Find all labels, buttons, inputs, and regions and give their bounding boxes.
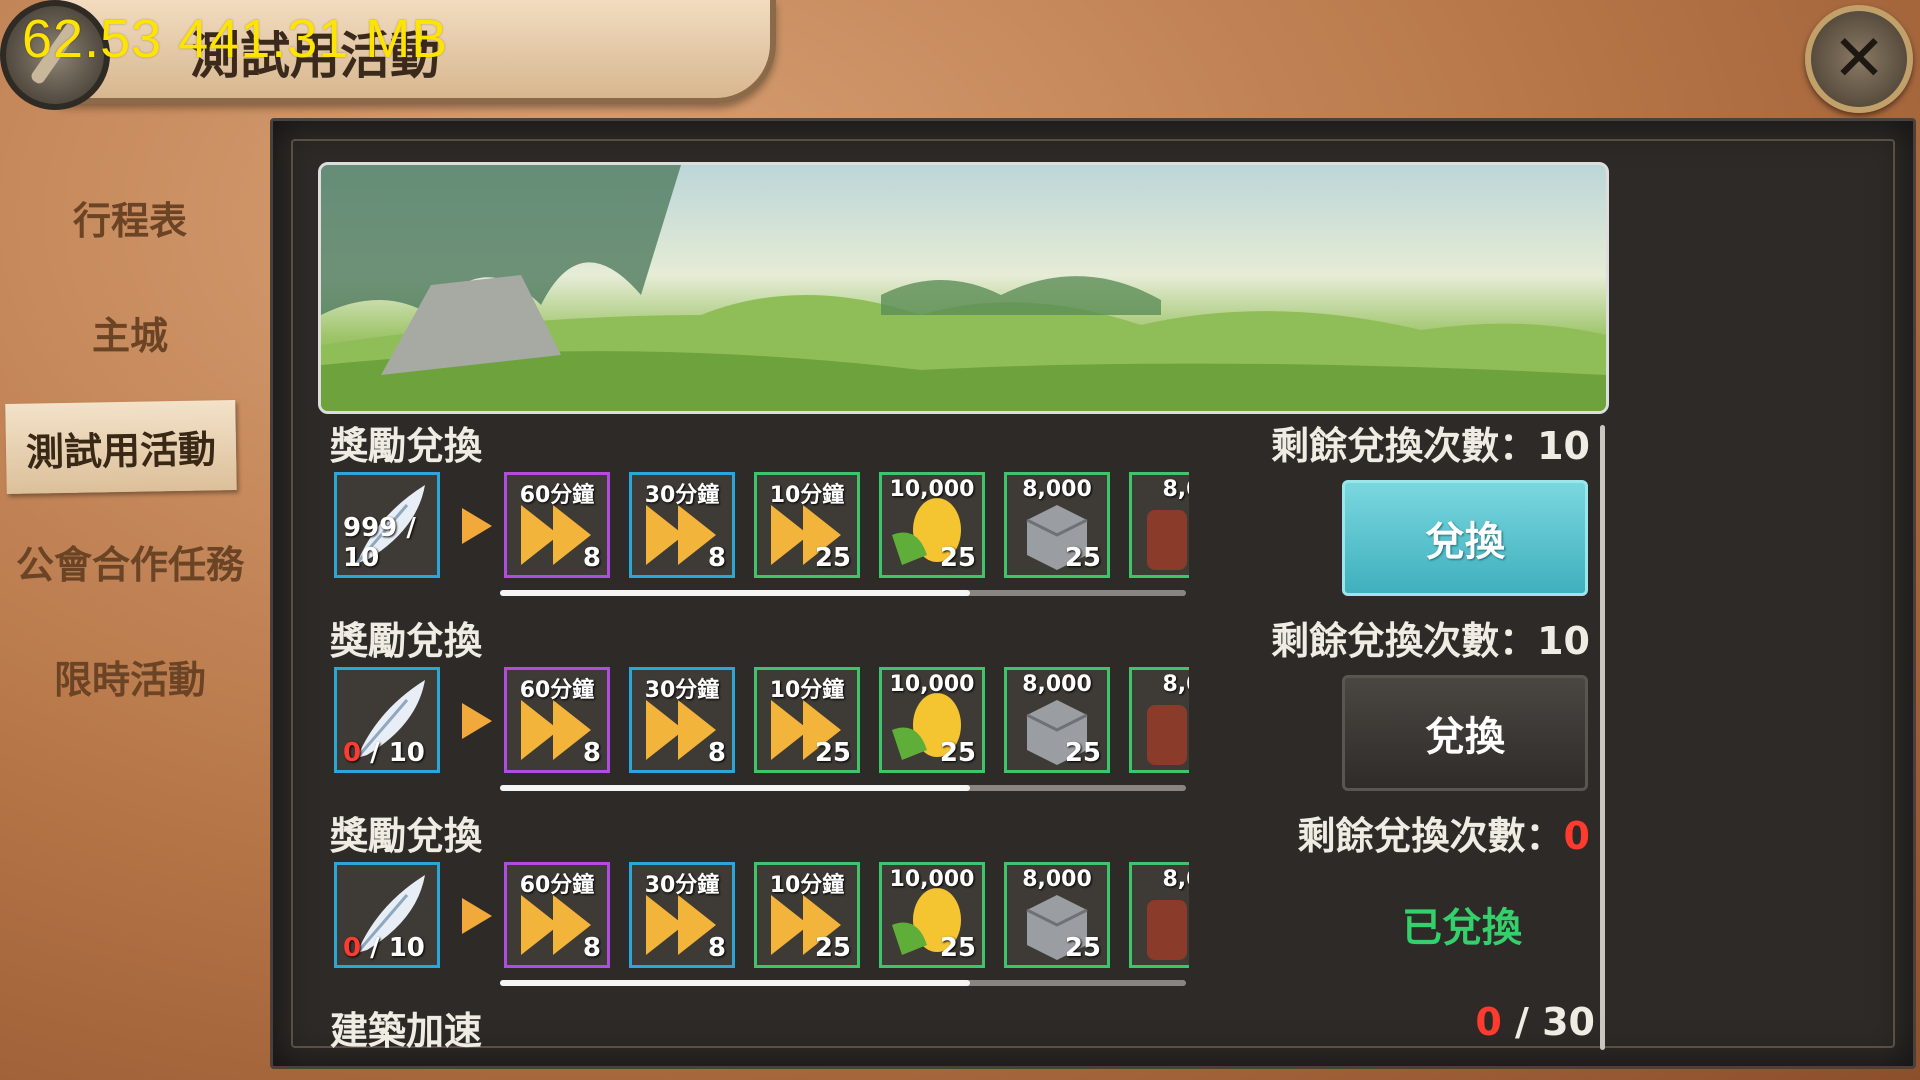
exchange-button[interactable]: 兌換	[1342, 480, 1588, 596]
reward-item[interactable]: 10分鐘 25	[754, 667, 860, 773]
sidebar-item-main-city[interactable]: 主城	[0, 275, 260, 390]
reward-item[interactable]: 60分鐘 8	[504, 472, 610, 578]
remaining-label: 剩餘兌換次數：	[1271, 424, 1538, 468]
exchange-2-remaining: 剩餘兌換次數：10	[1190, 610, 1590, 665]
reward-item[interactable]: 30分鐘 8	[629, 862, 735, 968]
exchange-2-row: 0 / 10 60分鐘 8 30分鐘 8 10分鐘 25 10,000 25 8…	[334, 667, 1189, 779]
remaining-count: 0	[1563, 814, 1590, 858]
reward-item[interactable]: 10分鐘 25	[754, 472, 860, 578]
reward-item[interactable]: 8,0	[1129, 862, 1189, 968]
reward-item[interactable]: 10,000 25	[879, 862, 985, 968]
reward-item[interactable]: 8,0	[1129, 472, 1189, 578]
sidebar-item-guild-coop[interactable]: 公會合作任務	[0, 504, 260, 619]
exchange-3-row: 0 / 10 60分鐘 8 30分鐘 8 10分鐘 25 10,000 25 8…	[334, 862, 1189, 974]
building-speedup-progress: 0 / 30	[1475, 1000, 1595, 1044]
remaining-label: 剩餘兌換次數：	[1297, 814, 1564, 858]
reward-item[interactable]: 30分鐘 8	[629, 667, 735, 773]
reward-item[interactable]: 60分鐘 8	[504, 667, 610, 773]
exchange-3-title: 獎勵兌換	[330, 814, 483, 858]
exchange-2-title: 獎勵兌換	[330, 619, 483, 663]
exchange-1-title: 獎勵兌換	[330, 424, 483, 468]
reward-item[interactable]: 8,000 25	[1004, 667, 1110, 773]
cost-item-feather[interactable]: 0 / 10	[334, 667, 440, 773]
sidebar: 行程表 主城 測試用活動 公會合作任務 限時活動	[0, 160, 260, 734]
arrow-right-icon	[462, 898, 492, 934]
reward-item[interactable]: 8,000 25	[1004, 472, 1110, 578]
close-icon: ✕	[1832, 22, 1886, 96]
exchange-1-remaining: 剩餘兌換次數：10	[1190, 415, 1590, 470]
reward-item[interactable]: 30分鐘 8	[629, 472, 735, 578]
remaining-label: 剩餘兌換次數：	[1271, 619, 1538, 663]
reward-item[interactable]: 10分鐘 25	[754, 862, 860, 968]
event-banner-image	[318, 162, 1609, 414]
reward-item[interactable]: 10,000 25	[879, 472, 985, 578]
cost-item-feather[interactable]: 999 / 10	[334, 472, 440, 578]
close-button[interactable]: ✕	[1805, 5, 1913, 113]
exchange-3-remaining: 剩餘兌換次數：0	[1190, 805, 1590, 860]
arrow-right-icon	[462, 703, 492, 739]
sidebar-item-limited-event[interactable]: 限時活動	[0, 619, 260, 734]
debug-memory-overlay: 62.53 441.31 MB	[22, 9, 449, 69]
reward-item[interactable]: 10,000 25	[879, 667, 985, 773]
cost-amount: 0 / 10	[343, 738, 425, 768]
reward-scrollbar[interactable]	[500, 590, 1186, 596]
sidebar-item-schedule[interactable]: 行程表	[0, 160, 260, 275]
remaining-count: 10	[1537, 619, 1590, 663]
cost-amount: 0 / 10	[343, 933, 425, 963]
reward-item[interactable]: 8,0	[1129, 667, 1189, 773]
remaining-count: 10	[1537, 424, 1590, 468]
reward-scrollbar[interactable]	[500, 785, 1186, 791]
sidebar-item-test-event[interactable]: 測試用活動	[5, 399, 237, 495]
reward-scrollbar[interactable]	[500, 980, 1186, 986]
list-scrollbar[interactable]	[1600, 425, 1605, 1050]
exchange-1-row: 999 / 10 60分鐘 8 30分鐘 8 10分鐘 25 10,000 25…	[334, 472, 1189, 584]
cost-amount: 999 / 10	[343, 513, 416, 573]
reward-item[interactable]: 60分鐘 8	[504, 862, 610, 968]
exchange-button-disabled[interactable]: 兌換	[1342, 675, 1588, 791]
exchanged-status: 已兌換	[1402, 905, 1522, 951]
cost-item-feather[interactable]: 0 / 10	[334, 862, 440, 968]
building-speedup-title: 建築加速	[330, 1009, 483, 1053]
reward-item[interactable]: 8,000 25	[1004, 862, 1110, 968]
arrow-right-icon	[462, 508, 492, 544]
